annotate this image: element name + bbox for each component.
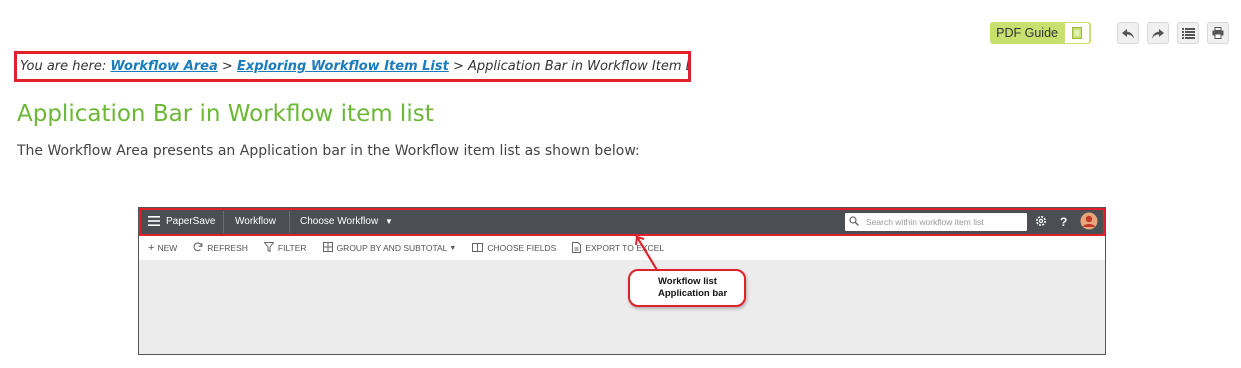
back-icon	[1122, 24, 1134, 43]
toc-button[interactable]	[1177, 22, 1199, 44]
breadcrumb: You are here: Workflow Area > Exploring …	[14, 51, 691, 82]
breadcrumb-separator: >	[221, 59, 233, 74]
callout-line1: Workflow list	[658, 276, 717, 287]
print-button[interactable]	[1207, 22, 1229, 44]
back-button[interactable]	[1117, 22, 1139, 44]
breadcrumb-link-workflow-area[interactable]: Workflow Area	[110, 59, 217, 74]
breadcrumb-link-exploring-workflow-item-list[interactable]: Exploring Workflow Item List	[237, 59, 449, 74]
callout-arrow	[634, 235, 658, 271]
pdf-icon	[1064, 22, 1090, 44]
breadcrumb-prefix: You are here:	[20, 59, 107, 74]
forward-icon	[1152, 24, 1164, 43]
intro-text: The Workflow Area presents an Applicatio…	[17, 143, 640, 159]
callout-label: Workflow list Application bar	[628, 269, 746, 307]
callout-line2: Application bar	[658, 288, 728, 299]
breadcrumb-separator: >	[452, 59, 464, 74]
forward-button[interactable]	[1147, 22, 1169, 44]
top-toolbar: PDF Guide	[990, 22, 1229, 44]
pdf-guide-button[interactable]: PDF Guide	[990, 22, 1091, 44]
app-bar-screenshot: PaperSave Workflow Choose Workflow ▼ Sea…	[138, 207, 1106, 355]
pdf-guide-label: PDF Guide	[996, 26, 1058, 40]
page-title: Application Bar in Workflow item list	[17, 101, 434, 127]
print-icon	[1212, 24, 1224, 43]
toc-icon	[1181, 24, 1195, 43]
breadcrumb-current: Application Bar in Workflow Item List	[468, 59, 691, 74]
